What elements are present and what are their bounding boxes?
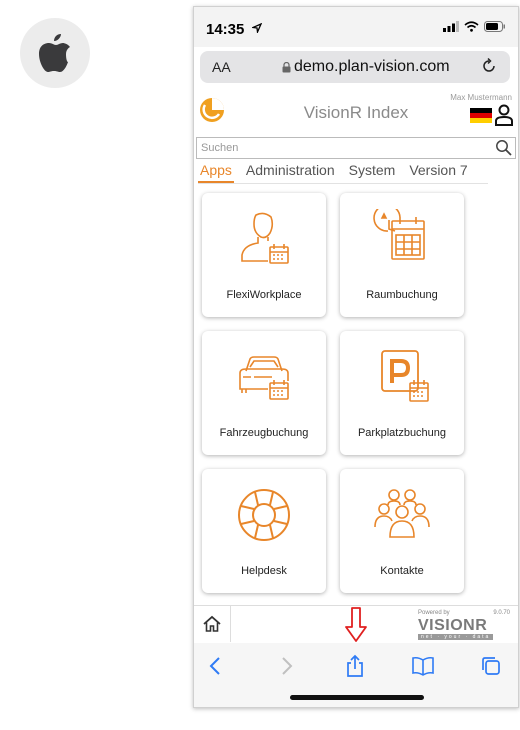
signal-icon: [443, 21, 459, 32]
apple-logo-icon: [39, 34, 70, 72]
location-arrow-icon: [252, 23, 262, 33]
parking-calendar-icon: [381, 350, 429, 402]
powered-by-visionr[interactable]: Powered by 9.0.70 VISIONR net · your · d…: [418, 610, 510, 640]
tile-label: Kontakte: [380, 565, 424, 577]
apple-logo-badge: [20, 18, 90, 88]
chevron-left-icon: [209, 657, 220, 675]
home-indicator[interactable]: [290, 695, 424, 700]
back-button[interactable]: [200, 653, 230, 679]
reload-icon[interactable]: [480, 57, 498, 75]
home-icon: [203, 615, 221, 632]
home-button[interactable]: [194, 606, 231, 642]
status-bar: 14:35: [194, 7, 518, 47]
tab-system[interactable]: System: [347, 159, 398, 183]
tile-fahrzeugbuchung[interactable]: Fahrzeugbuchung: [202, 331, 326, 455]
person-calendar-icon: [241, 212, 289, 264]
tabs-button[interactable]: [476, 653, 506, 679]
search-input[interactable]: [197, 138, 485, 158]
down-arrow-indicator-icon: [345, 607, 367, 642]
tile-helpdesk[interactable]: Helpdesk: [202, 469, 326, 593]
url-text: demo.plan-vision.com: [294, 58, 450, 75]
visionr-brand: VISIONR: [418, 617, 488, 634]
powered-by-text: Powered by: [418, 610, 450, 616]
lock-icon: [282, 61, 291, 72]
app-header: VisionR Index Max Mustermann: [194, 89, 518, 133]
tab-apps[interactable]: Apps: [198, 159, 234, 183]
tile-parkplatzbuchung[interactable]: Parkplatzbuchung: [340, 331, 464, 455]
phone-screen: 14:35 AA demo.plan-vision.com VisionR In…: [193, 6, 519, 708]
url-bar[interactable]: AA demo.plan-vision.com: [200, 51, 510, 83]
text-size-button[interactable]: AA: [212, 59, 231, 75]
user-icon[interactable]: [495, 104, 513, 126]
tile-raumbuchung[interactable]: Raumbuchung: [340, 193, 464, 317]
url-display[interactable]: demo.plan-vision.com: [282, 58, 450, 76]
share-button[interactable]: [340, 653, 370, 679]
browser-toolbar: [194, 643, 518, 707]
search-bar: [196, 137, 516, 159]
book-icon: [412, 656, 434, 676]
german-flag-icon[interactable]: [470, 108, 492, 123]
tabs-icon: [482, 657, 500, 675]
status-icons: [443, 21, 506, 32]
wifi-icon: [464, 21, 479, 32]
visionr-tagline: net · your · data: [418, 634, 494, 640]
group-icon: [374, 489, 430, 538]
tile-label: Fahrzeugbuchung: [219, 427, 309, 439]
tile-label: Helpdesk: [241, 565, 287, 577]
lifebuoy-icon: [238, 489, 290, 541]
share-icon: [347, 654, 363, 677]
tile-kontakte[interactable]: Kontakte: [340, 469, 464, 593]
chevron-right-icon: [282, 657, 293, 675]
bookmarks-button[interactable]: [408, 653, 438, 679]
tile-label: Raumbuchung: [366, 289, 438, 301]
version-text: 9.0.70: [493, 610, 510, 616]
tab-bar: Apps Administration System Version 7: [198, 159, 488, 184]
tile-flexiworkplace[interactable]: FlexiWorkplace: [202, 193, 326, 317]
clock-calendar-icon: [373, 209, 425, 260]
tile-label: FlexiWorkplace: [226, 289, 302, 301]
car-calendar-icon: [239, 356, 289, 400]
tile-label: Parkplatzbuchung: [357, 427, 447, 439]
tab-version-7[interactable]: Version 7: [407, 159, 469, 183]
tab-administration[interactable]: Administration: [244, 159, 337, 183]
battery-icon: [484, 21, 505, 32]
search-icon[interactable]: [495, 139, 512, 156]
user-name: Max Mustermann: [450, 93, 512, 102]
forward-button[interactable]: [272, 653, 302, 679]
status-time: 14:35: [206, 21, 245, 38]
